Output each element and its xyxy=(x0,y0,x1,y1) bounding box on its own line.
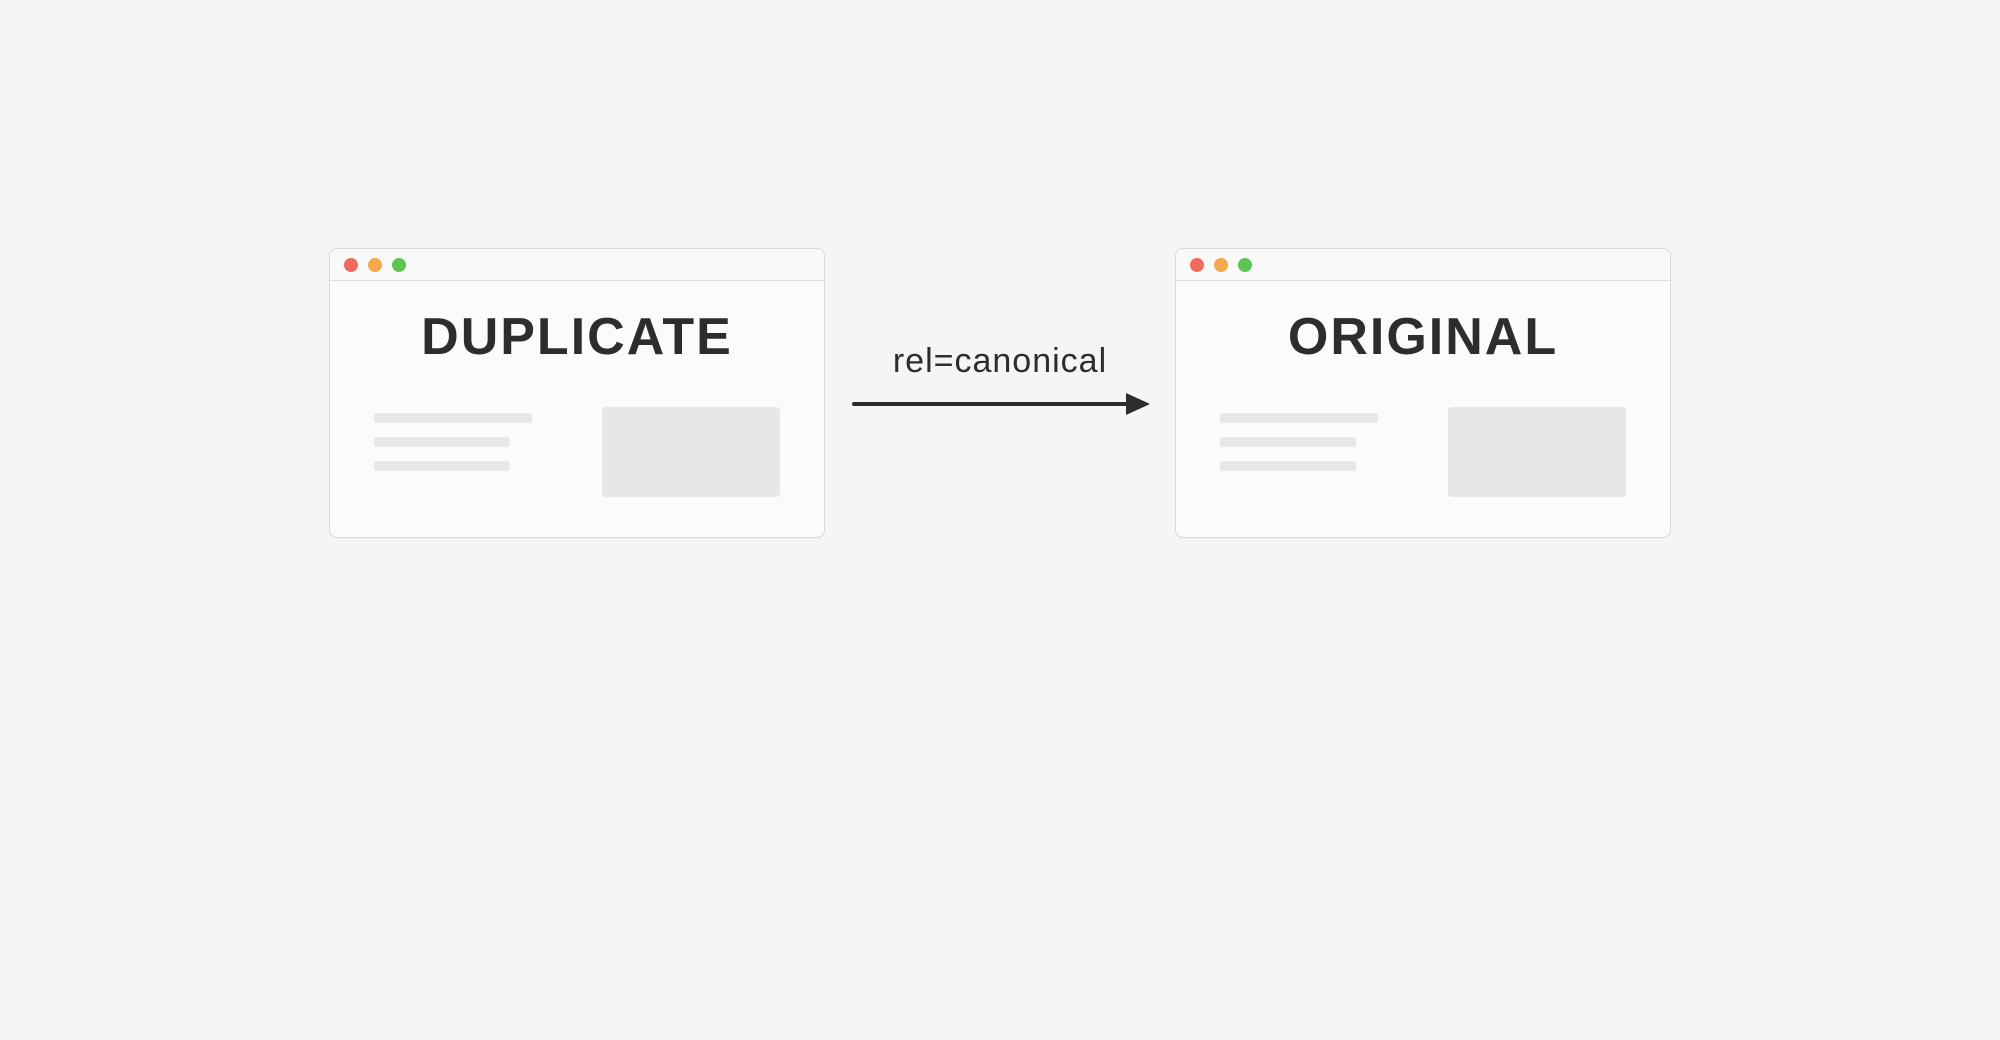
placeholder-line xyxy=(1220,461,1356,471)
connector-label: rel=canonical xyxy=(893,342,1107,381)
text-lines-placeholder xyxy=(1220,407,1378,471)
window-title: ORIGINAL xyxy=(1220,307,1626,367)
original-window: ORIGINAL xyxy=(1175,248,1671,538)
placeholder-line xyxy=(1220,413,1378,423)
image-placeholder xyxy=(1448,407,1626,497)
diagram-stage: DUPLICATE rel=canonical ORIGINA xyxy=(0,248,2000,538)
minimize-icon xyxy=(1214,258,1228,272)
zoom-icon xyxy=(1238,258,1252,272)
window-title: DUPLICATE xyxy=(374,307,780,367)
text-lines-placeholder xyxy=(374,407,532,471)
content-placeholder xyxy=(374,407,780,497)
placeholder-line xyxy=(374,413,532,423)
close-icon xyxy=(344,258,358,272)
image-placeholder xyxy=(602,407,780,497)
arrow-right-icon xyxy=(850,389,1150,419)
close-icon xyxy=(1190,258,1204,272)
window-body: ORIGINAL xyxy=(1176,281,1670,537)
placeholder-line xyxy=(374,437,510,447)
window-titlebar xyxy=(330,249,824,281)
window-titlebar xyxy=(1176,249,1670,281)
canonical-connector: rel=canonical xyxy=(825,342,1175,419)
minimize-icon xyxy=(368,258,382,272)
content-placeholder xyxy=(1220,407,1626,497)
duplicate-window: DUPLICATE xyxy=(329,248,825,538)
placeholder-line xyxy=(374,461,510,471)
window-body: DUPLICATE xyxy=(330,281,824,537)
zoom-icon xyxy=(392,258,406,272)
placeholder-line xyxy=(1220,437,1356,447)
